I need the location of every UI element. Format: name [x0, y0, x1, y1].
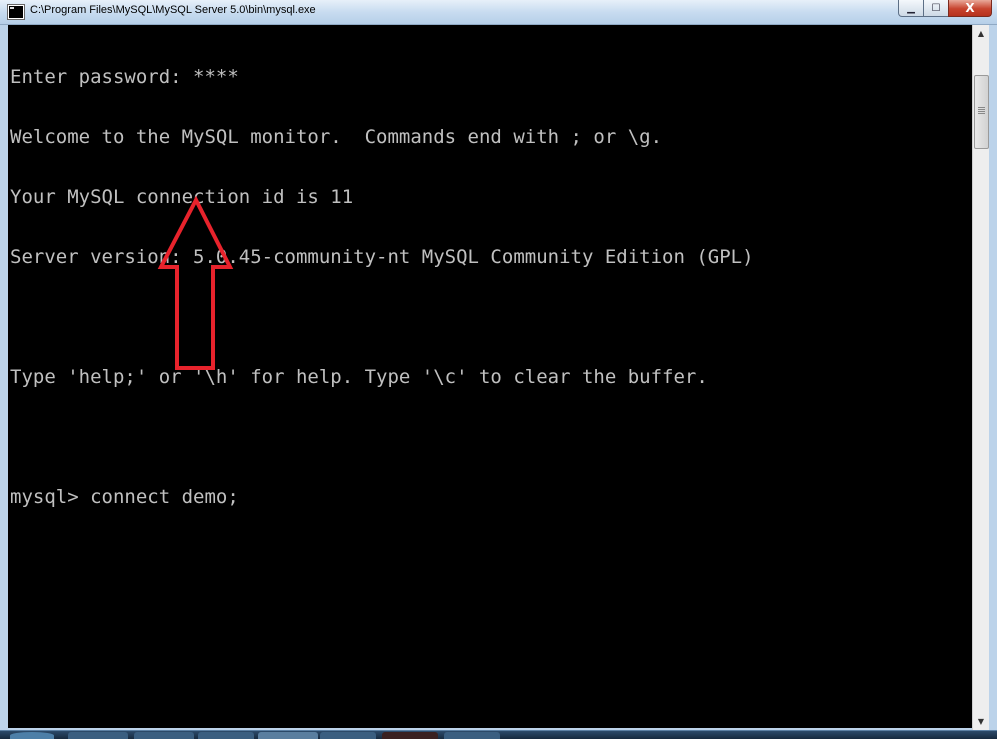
console-app-icon[interactable]	[8, 5, 24, 19]
console-lines: Enter password: **** Welcome to the MySQ…	[10, 27, 754, 547]
close-icon: X	[965, 1, 975, 15]
console-line-password: Enter password: ****	[10, 66, 239, 88]
console-output[interactable]: Enter password: **** Welcome to the MySQ…	[8, 25, 972, 728]
scroll-up-icon: ▲	[977, 29, 985, 38]
minimize-button[interactable]: ▁	[898, 0, 924, 17]
vertical-scrollbar[interactable]: ▲ ▼	[972, 25, 989, 730]
maximize-icon: ☐	[931, 2, 941, 14]
scroll-thumb[interactable]	[974, 75, 989, 149]
caption-buttons: ▁ ☐ X	[898, 0, 992, 18]
title-bar[interactable]: C:\Program Files\MySQL\MySQL Server 5.0\…	[0, 0, 997, 25]
minimize-icon: ▁	[907, 2, 915, 14]
window-title: C:\Program Files\MySQL\MySQL Server 5.0\…	[30, 4, 316, 16]
close-button[interactable]: X	[948, 0, 992, 17]
console-window: C:\Program Files\MySQL\MySQL Server 5.0\…	[0, 0, 997, 730]
scroll-down-icon: ▼	[977, 717, 985, 726]
mysql-prompt-command[interactable]: mysql> connect demo;	[10, 487, 754, 507]
scroll-up-button[interactable]: ▲	[973, 25, 989, 42]
up-arrow-icon	[157, 195, 234, 370]
console-line-server-version: Server version: 5.0.45-community-nt MySQ…	[10, 246, 754, 268]
console-line-connection-id: Your MySQL connection id is 11	[10, 186, 354, 208]
console-line-help: Type 'help;' or '\h' for help. Type '\c'…	[10, 366, 708, 388]
scroll-down-button[interactable]: ▼	[973, 713, 989, 730]
window-frame-right[interactable]	[989, 25, 997, 730]
console-line-welcome: Welcome to the MySQL monitor. Commands e…	[10, 126, 663, 148]
maximize-button[interactable]: ☐	[923, 0, 949, 17]
